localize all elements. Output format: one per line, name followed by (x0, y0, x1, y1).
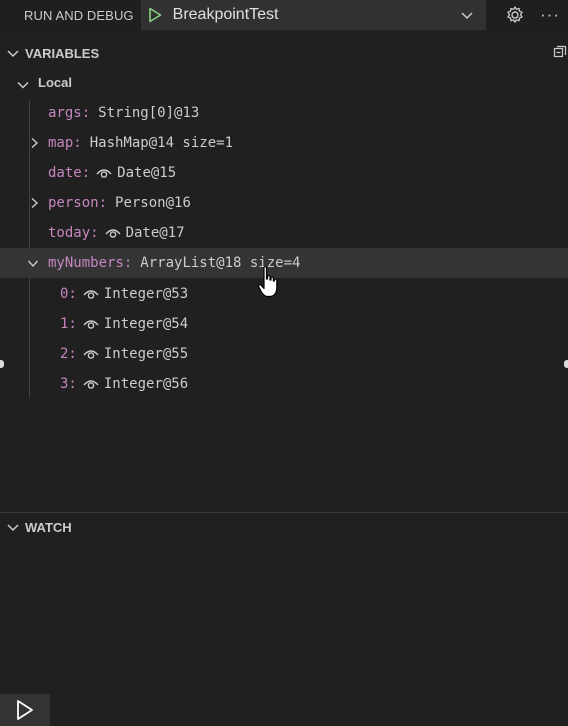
launch-config-name[interactable]: BreakpointTest (173, 6, 279, 24)
variable-row-mynumbers[interactable]: myNumbers: ArrayList@18 size=4 (0, 248, 568, 278)
list-item[interactable]: 1: Integer@54 (0, 309, 568, 339)
collapse-all-icon[interactable] (553, 45, 567, 62)
watch-title: WATCH (25, 519, 72, 535)
variable-row-map[interactable]: map: HashMap@14 size=1 (0, 128, 568, 158)
section-divider (0, 512, 568, 513)
variable-row-date[interactable]: date: Date@15 (0, 158, 568, 188)
variable-row-person[interactable]: person: Person@16 (0, 188, 568, 218)
variables-section-header[interactable]: VARIABLES (0, 42, 568, 64)
variable-name: 2: (60, 346, 77, 362)
variable-value: Date@15 (117, 165, 177, 181)
debug-toolbar: RUN AND DEBUG BreakpointTest ··· (0, 0, 568, 30)
sash-handle[interactable] (0, 360, 4, 368)
variable-name: date: (48, 165, 91, 181)
run-button[interactable] (0, 694, 50, 726)
chevron-down-icon[interactable] (16, 78, 30, 92)
variable-row-today[interactable]: today: Date@17 (0, 218, 568, 248)
eye-icon (83, 380, 99, 389)
variable-name: 0: (60, 286, 77, 302)
watch-section-header[interactable]: WATCH (0, 516, 568, 538)
variable-name: 3: (60, 376, 77, 392)
variables-title: VARIABLES (25, 45, 100, 61)
list-item[interactable]: 3: Integer@56 (0, 369, 568, 399)
variable-name: args: (48, 105, 91, 121)
variable-name: person: (48, 195, 108, 211)
sash-handle[interactable] (564, 360, 568, 368)
chevron-down-icon[interactable] (460, 8, 474, 25)
chevron-down-icon (7, 524, 19, 532)
variable-name: map: (48, 135, 82, 151)
eye-icon (96, 169, 112, 178)
variable-name: 1: (60, 316, 77, 332)
eye-icon (83, 290, 99, 299)
eye-icon (83, 320, 99, 329)
chevron-right-icon[interactable] (28, 137, 40, 149)
hand-cursor-icon (257, 266, 278, 298)
variable-name: today: (48, 225, 99, 241)
status-bar (50, 694, 568, 726)
chevron-down-icon (7, 50, 19, 58)
variable-name: myNumbers: (48, 255, 133, 271)
play-icon (17, 700, 33, 720)
more-actions-icon[interactable]: ··· (540, 5, 560, 25)
variable-value: Integer@53 (103, 286, 189, 302)
run-and-debug-title: RUN AND DEBUG (24, 7, 134, 23)
variable-value: Integer@55 (103, 346, 189, 362)
list-item[interactable]: 0: Integer@53 (0, 279, 568, 309)
variable-value: Date@17 (125, 225, 185, 241)
variable-value: HashMap@14 size=1 (89, 135, 234, 151)
start-debugging-play-icon[interactable] (147, 7, 163, 23)
list-item[interactable]: 2: Integer@55 (0, 339, 568, 369)
gear-icon[interactable] (505, 5, 525, 28)
variable-row-args[interactable]: args: String[0]@13 (0, 98, 568, 128)
variable-value: String[0]@13 (98, 105, 200, 121)
variable-value: Person@16 (115, 195, 191, 211)
chevron-down-icon[interactable] (27, 257, 39, 269)
variable-value: Integer@56 (103, 376, 189, 392)
variable-value: Integer@54 (103, 316, 189, 332)
launch-config-dropdown[interactable]: BreakpointTest (140, 0, 486, 30)
scope-local[interactable]: Local (38, 75, 72, 90)
chevron-right-icon[interactable] (28, 197, 40, 209)
eye-icon (105, 229, 121, 238)
eye-icon (83, 350, 99, 359)
